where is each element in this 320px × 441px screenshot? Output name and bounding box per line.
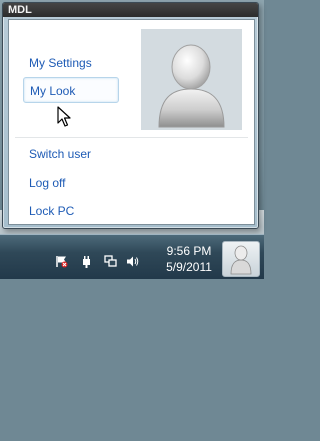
popup-content: My Settings My Look Switch user Log off … [8,19,255,225]
mouse-cursor-icon [57,106,71,127]
popup-title-bar: MDL [3,3,258,17]
user-avatar-icon [141,29,242,130]
lock-pc-link[interactable]: Lock PC [29,202,74,220]
user-tile-button[interactable] [222,241,260,277]
power-plug-icon[interactable] [80,255,93,268]
volume-icon[interactable] [126,255,139,268]
switch-user-link[interactable]: Switch user [29,145,91,163]
log-off-link[interactable]: Log off [29,174,65,192]
taskbar: 9:56 PM 5/9/2011 [0,234,264,279]
menu-divider [15,137,248,138]
user-menu-popup: MDL My Settings My Look Switch user Log … [2,2,259,229]
clock-time[interactable]: 9:56 PM [161,244,217,258]
user-avatar-icon [230,245,252,275]
action-center-flag-icon[interactable] [55,255,68,268]
my-look-link[interactable]: My Look [23,77,119,103]
user-avatar[interactable] [141,29,242,130]
network-icon[interactable] [104,255,117,268]
background-window-text [58,429,258,441]
clock-date[interactable]: 5/9/2011 [161,260,217,274]
my-settings-link[interactable]: My Settings [29,54,92,72]
popup-title: MDL [8,4,32,16]
